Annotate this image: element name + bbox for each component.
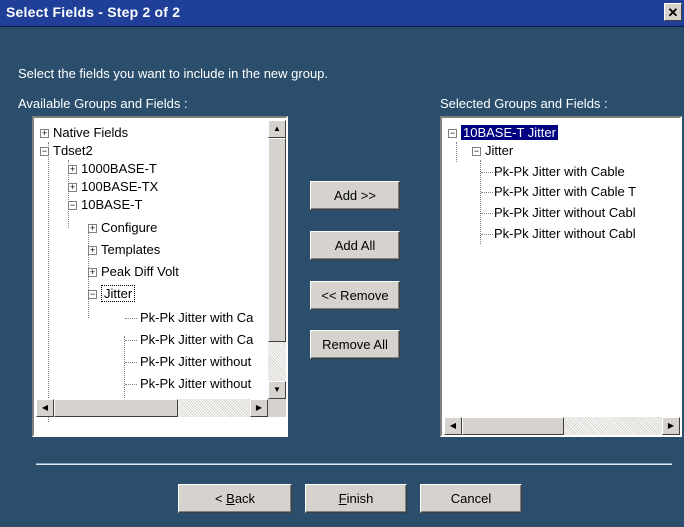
selected-label: Selected Groups and Fields : (440, 96, 608, 111)
scroll-corner (268, 399, 286, 417)
selected-item-10base-t-jitter[interactable]: −10BASE-T Jitter (448, 124, 558, 142)
collapse-icon[interactable]: − (88, 290, 97, 300)
selected-item-jitter[interactable]: − Jitter (472, 142, 513, 160)
collapse-icon[interactable]: − (472, 147, 481, 157)
scroll-left-button[interactable]: ◀ (36, 399, 54, 417)
expand-icon[interactable]: + (40, 129, 49, 139)
tree-item-jitter[interactable]: − Jitter (88, 285, 136, 303)
selected-leaf-pkpk-with-cable[interactable]: Pk-Pk Jitter with Cable (494, 163, 625, 181)
tree-item-100base-tx[interactable]: +100BASE-TX (68, 178, 158, 196)
tree-leaf-pkpk-with-ca-2[interactable]: Pk-Pk Jitter with Ca (140, 331, 253, 349)
window-title: Select Fields - Step 2 of 2 (6, 4, 181, 20)
collapse-icon[interactable]: − (40, 147, 49, 157)
tree-leaf-pkpk-with-ca-1[interactable]: Pk-Pk Jitter with Ca (140, 309, 253, 327)
scroll-right-button[interactable]: ▶ (250, 399, 268, 417)
selected-leaf-pkpk-without-cabl-2[interactable]: Pk-Pk Jitter without Cabl (494, 225, 636, 243)
available-label: Available Groups and Fields : (18, 96, 188, 111)
expand-icon[interactable]: + (88, 224, 97, 234)
scroll-right-button[interactable]: ▶ (662, 417, 680, 435)
scroll-down-button[interactable]: ▼ (268, 381, 286, 399)
selected-leaf-pkpk-with-cable-t[interactable]: Pk-Pk Jitter with Cable T (494, 183, 636, 201)
tree-leaf-pkpk-without-1[interactable]: Pk-Pk Jitter without (140, 353, 251, 371)
selected-leaf-pkpk-without-cabl-1[interactable]: Pk-Pk Jitter without Cabl (494, 204, 636, 222)
add-all-button[interactable]: Add All (310, 231, 400, 260)
tree-item-tdset2[interactable]: − Tdset2 (40, 142, 93, 160)
remove-all-button[interactable]: Remove All (310, 330, 400, 359)
available-tree[interactable]: + Native Fields − Tdset2 +1000BASE-T +100B… (32, 116, 288, 437)
close-button[interactable]: ✕ (664, 3, 682, 21)
scroll-left-button[interactable]: ◀ (444, 417, 462, 435)
add-button[interactable]: Add >> (310, 181, 400, 210)
expand-icon[interactable]: + (88, 268, 97, 278)
collapse-icon[interactable]: − (68, 201, 77, 211)
vscroll-thumb[interactable] (268, 138, 286, 342)
hscroll-thumb[interactable] (462, 417, 564, 435)
tree-item-10base-t[interactable]: −10BASE-T (68, 196, 142, 214)
separator (36, 463, 672, 465)
tree-leaf-pkpk-without-2[interactable]: Pk-Pk Jitter without (140, 375, 251, 393)
expand-icon[interactable]: + (88, 246, 97, 256)
title-bar: Select Fields - Step 2 of 2 ✕ (0, 0, 684, 27)
finish-button[interactable]: Finish (305, 484, 407, 513)
tree-item-templates[interactable]: + Templates (88, 241, 160, 259)
hscroll-thumb[interactable] (54, 399, 178, 417)
cancel-button[interactable]: Cancel (420, 484, 522, 513)
tree-item-1000base-t[interactable]: +1000BASE-T (68, 160, 157, 178)
instruction-text: Select the fields you want to include in… (18, 66, 329, 81)
remove-button[interactable]: << Remove (310, 281, 400, 310)
selected-tree[interactable]: −10BASE-T Jitter − Jitter Pk-Pk Jitter wi… (440, 116, 682, 437)
scroll-up-button[interactable]: ▲ (268, 120, 286, 138)
expand-icon[interactable]: + (68, 183, 77, 193)
tree-item-configure[interactable]: + Configure (88, 219, 157, 237)
tree-item-native-fields[interactable]: + Native Fields (40, 124, 128, 142)
back-button[interactable]: < Back (178, 484, 292, 513)
tree-item-peak-diff-volt[interactable]: + Peak Diff Volt (88, 263, 179, 281)
collapse-icon[interactable]: − (448, 129, 457, 139)
expand-icon[interactable]: + (68, 165, 77, 175)
